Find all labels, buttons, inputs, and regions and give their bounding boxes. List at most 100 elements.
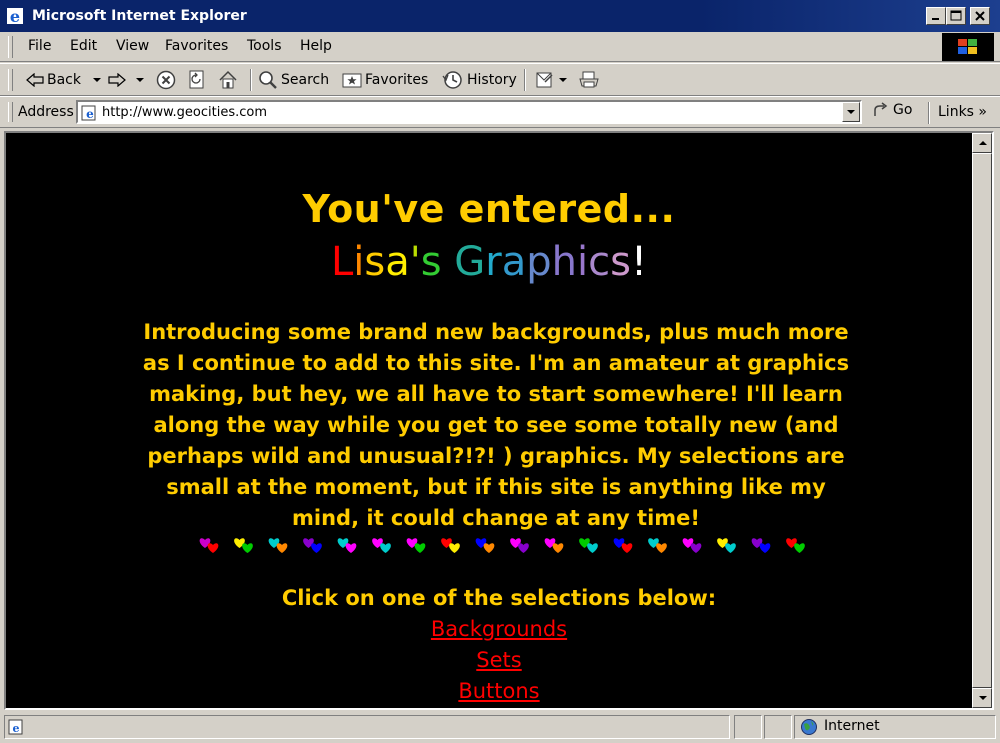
site-name-letter: i: [353, 239, 365, 285]
address-grip[interactable]: [8, 102, 13, 122]
history-button[interactable]: History: [442, 68, 517, 92]
arrow-down-icon: [979, 696, 987, 700]
heart-pair-icon: [441, 538, 460, 553]
svg-text:e: e: [13, 722, 20, 735]
site-name-letter: !: [630, 239, 648, 285]
back-button[interactable]: Back: [26, 68, 102, 92]
forward-arrow-icon: [108, 73, 126, 87]
back-label: Back: [47, 72, 81, 88]
site-name-letter: h: [551, 239, 578, 285]
stop-button[interactable]: [156, 68, 176, 92]
address-dropdown-button[interactable]: [842, 102, 860, 122]
heart-pair-icon: [510, 538, 529, 553]
menu-edit[interactable]: Edit: [70, 38, 97, 54]
heart-pair-icon: [579, 538, 598, 553]
menu-view[interactable]: View: [116, 38, 149, 54]
heart-pair-icon: [544, 538, 564, 553]
site-name-letter: s: [610, 239, 631, 285]
toolbar-separator: [250, 69, 252, 91]
svg-text:e: e: [86, 107, 94, 121]
forward-button[interactable]: [108, 68, 145, 92]
favorites-star-icon: [342, 73, 362, 88]
page-heading: You've entered...: [302, 187, 676, 231]
back-dropdown-icon[interactable]: [92, 76, 102, 84]
heart-pair-icon: [199, 538, 219, 553]
go-arrow-icon: [874, 102, 888, 116]
address-url[interactable]: http://www.geocities.com: [102, 105, 267, 120]
favorites-label: Favorites: [365, 72, 429, 88]
history-label: History: [467, 72, 517, 88]
menu-help[interactable]: Help: [300, 38, 332, 54]
backgrounds-link[interactable]: Backgrounds: [6, 617, 992, 641]
site-name-letter: i: [577, 239, 589, 285]
heart-pair-icon: [717, 538, 736, 553]
search-button[interactable]: Search: [258, 68, 329, 92]
menu-grip[interactable]: [8, 36, 13, 58]
links-label: Links: [938, 104, 974, 120]
favorites-button[interactable]: Favorites: [342, 68, 428, 92]
heart-pair-icon: [682, 538, 702, 553]
home-button[interactable]: [218, 68, 238, 92]
heart-pair-icon: [751, 538, 771, 553]
refresh-button[interactable]: [188, 68, 206, 92]
title-bar: e Microsoft Internet Explorer: [0, 0, 1000, 32]
address-field[interactable]: e http://www.geocities.com: [76, 100, 862, 124]
site-name-letter: a: [385, 239, 410, 285]
close-icon: [975, 11, 985, 21]
site-name-letter: r: [485, 239, 502, 285]
forward-dropdown-icon[interactable]: [135, 76, 145, 84]
minimize-button[interactable]: [926, 7, 946, 25]
menu-tools[interactable]: Tools: [247, 38, 282, 54]
heart-pair-icon: [613, 538, 633, 553]
refresh-icon: [189, 70, 204, 89]
page-content: You've entered... Lisa's Graphics! Intro…: [6, 133, 972, 708]
maximize-icon: [950, 10, 962, 21]
selection-prompt: Click on one of the selections below:: [281, 586, 717, 610]
site-name-letter: G: [454, 239, 486, 285]
sets-link[interactable]: Sets: [6, 648, 992, 672]
stop-icon: [156, 70, 176, 90]
arrow-up-icon: [979, 141, 987, 145]
status-progress-cell: [734, 715, 762, 739]
mail-dropdown-icon[interactable]: [559, 76, 567, 84]
scroll-up-button[interactable]: [972, 133, 992, 153]
globe-icon: [801, 719, 817, 735]
menu-bar: File Edit View Favorites Tools Help: [0, 32, 1000, 62]
heart-pair-icon: [648, 538, 667, 553]
security-zone: Internet: [824, 718, 880, 734]
scroll-down-button[interactable]: [972, 688, 992, 708]
address-label: Address: [18, 104, 74, 120]
standard-toolbar: Back Search Favorites History: [0, 63, 1000, 96]
address-bar: Address e http://www.geocities.com Go Li…: [0, 96, 1000, 128]
heart-pair-icon: [234, 538, 253, 553]
heart-pair-icon: [372, 538, 391, 553]
buttons-link[interactable]: Buttons: [6, 679, 992, 703]
vertical-scrollbar[interactable]: [972, 133, 992, 708]
windows-flag-icon: [958, 39, 977, 54]
heart-pair-icon: [268, 538, 288, 553]
menu-favorites[interactable]: Favorites: [165, 38, 228, 54]
hearts-divider: [199, 538, 805, 553]
links-button[interactable]: Links »: [938, 104, 987, 120]
site-name-letter: a: [501, 239, 527, 285]
mail-button[interactable]: [536, 68, 567, 92]
maximize-button[interactable]: [946, 7, 966, 25]
home-icon: [219, 70, 237, 89]
heart-pair-icon: [406, 538, 426, 553]
menu-file[interactable]: File: [28, 38, 51, 54]
site-name-letter: ': [409, 239, 421, 285]
site-name-letter: p: [526, 239, 552, 285]
go-button[interactable]: Go: [872, 102, 912, 118]
links-chevron-icon: »: [978, 104, 987, 120]
toolbar-grip[interactable]: [8, 69, 13, 91]
printer-icon: [579, 71, 599, 88]
search-label: Search: [281, 72, 330, 88]
search-icon: [259, 71, 277, 89]
print-button[interactable]: [578, 68, 600, 92]
scroll-thumb[interactable]: [972, 153, 992, 688]
windows-logo: [942, 33, 994, 61]
close-button[interactable]: [970, 7, 990, 25]
site-name-letter: c: [588, 239, 611, 285]
toolbar-separator: [524, 69, 526, 91]
intro-text: Introducing some brand new backgrounds, …: [142, 320, 850, 530]
